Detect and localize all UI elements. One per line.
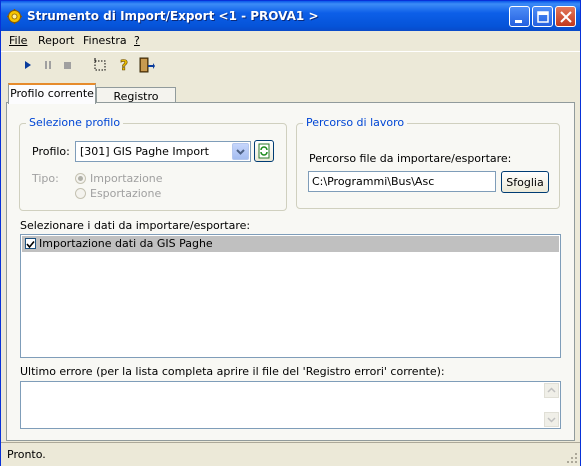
scroll-up-button[interactable] bbox=[544, 383, 559, 398]
list-item-label: Importazione dati da GIS Paghe bbox=[39, 237, 213, 250]
path-group: Percorso di lavoro Percorso file da impo… bbox=[296, 116, 560, 209]
minimize-icon bbox=[515, 20, 522, 23]
svg-text:?: ? bbox=[120, 58, 128, 74]
status-bar: Pronto. bbox=[1, 442, 580, 466]
chevron-down-icon bbox=[236, 149, 245, 155]
profile-select[interactable]: [301] GIS Paghe Import bbox=[75, 141, 251, 162]
tab-panel: Selezione profilo Profilo: [301] GIS Pag… bbox=[6, 102, 575, 441]
minimize-button[interactable] bbox=[509, 6, 530, 27]
close-icon bbox=[560, 11, 572, 23]
checkmark-icon bbox=[26, 240, 35, 249]
resize-grip-icon[interactable] bbox=[566, 452, 578, 464]
profile-group-title: Selezione profilo bbox=[26, 116, 124, 129]
chevron-up-icon bbox=[547, 387, 556, 393]
chevron-down-icon bbox=[547, 417, 556, 423]
exit-icon[interactable] bbox=[137, 56, 155, 74]
window-title: Strumento di Import/Export <1 - PROVA1 > bbox=[27, 9, 319, 23]
help-icon[interactable]: ? bbox=[115, 56, 133, 74]
error-section-label: Ultimo errore (per la lista completa apr… bbox=[20, 365, 445, 378]
menu-file[interactable]: File bbox=[9, 34, 27, 47]
browse-button[interactable]: Sfoglia bbox=[501, 171, 549, 193]
select-icon[interactable] bbox=[91, 56, 109, 74]
radio-esportazione[interactable] bbox=[75, 188, 86, 199]
maximize-button[interactable] bbox=[532, 6, 553, 27]
menu-report[interactable]: Report bbox=[38, 34, 74, 47]
pause-icon[interactable] bbox=[39, 56, 57, 74]
status-text: Pronto. bbox=[7, 448, 46, 461]
profile-label: Profilo: bbox=[32, 145, 70, 158]
list-item[interactable]: Importazione dati da GIS Paghe bbox=[22, 236, 559, 252]
data-section-label: Selezionare i dati da importare/esportar… bbox=[20, 219, 251, 232]
radio-esportazione-label: Esportazione bbox=[90, 187, 162, 200]
browse-button-label: Sfoglia bbox=[506, 176, 544, 189]
path-input-value: C:\Programmi\Bus\Asc bbox=[312, 175, 435, 188]
tab-label: Profilo corrente bbox=[10, 87, 94, 100]
close-button[interactable] bbox=[555, 6, 576, 27]
toolbar: ? bbox=[1, 51, 580, 78]
profile-select-value: [301] GIS Paghe Import bbox=[80, 145, 209, 158]
path-group-title: Percorso di lavoro bbox=[303, 116, 408, 129]
radio-importazione-label: Importazione bbox=[90, 172, 163, 185]
refresh-icon bbox=[258, 143, 270, 159]
title-bar[interactable]: Strumento di Import/Export <1 - PROVA1 > bbox=[1, 1, 580, 31]
menu-finestra[interactable]: Finestra bbox=[83, 34, 127, 47]
maximize-icon bbox=[537, 11, 549, 23]
data-list[interactable]: Importazione dati da GIS Paghe bbox=[20, 234, 561, 358]
refresh-profile-button[interactable] bbox=[254, 140, 274, 162]
list-item-checkbox[interactable] bbox=[25, 238, 36, 249]
main-window: Strumento di Import/Export <1 - PROVA1 >… bbox=[0, 0, 581, 466]
play-icon[interactable] bbox=[19, 56, 37, 74]
profile-dropdown-button[interactable] bbox=[232, 143, 249, 160]
menu-bar: File Report Finestra ? bbox=[1, 31, 580, 49]
last-error-textarea[interactable] bbox=[20, 381, 561, 429]
stop-icon[interactable] bbox=[59, 56, 77, 74]
profile-group: Selezione profilo Profilo: [301] GIS Pag… bbox=[19, 116, 287, 211]
path-input[interactable]: C:\Programmi\Bus\Asc bbox=[308, 171, 496, 192]
type-label: Tipo: bbox=[32, 172, 59, 185]
app-icon bbox=[7, 9, 22, 24]
path-label: Percorso file da importare/esportare: bbox=[309, 152, 512, 165]
scroll-down-button[interactable] bbox=[544, 412, 559, 427]
radio-importazione[interactable] bbox=[75, 173, 86, 184]
menu-help[interactable]: ? bbox=[134, 34, 140, 47]
tab-profilo-corrente[interactable]: Profilo corrente bbox=[8, 83, 96, 104]
